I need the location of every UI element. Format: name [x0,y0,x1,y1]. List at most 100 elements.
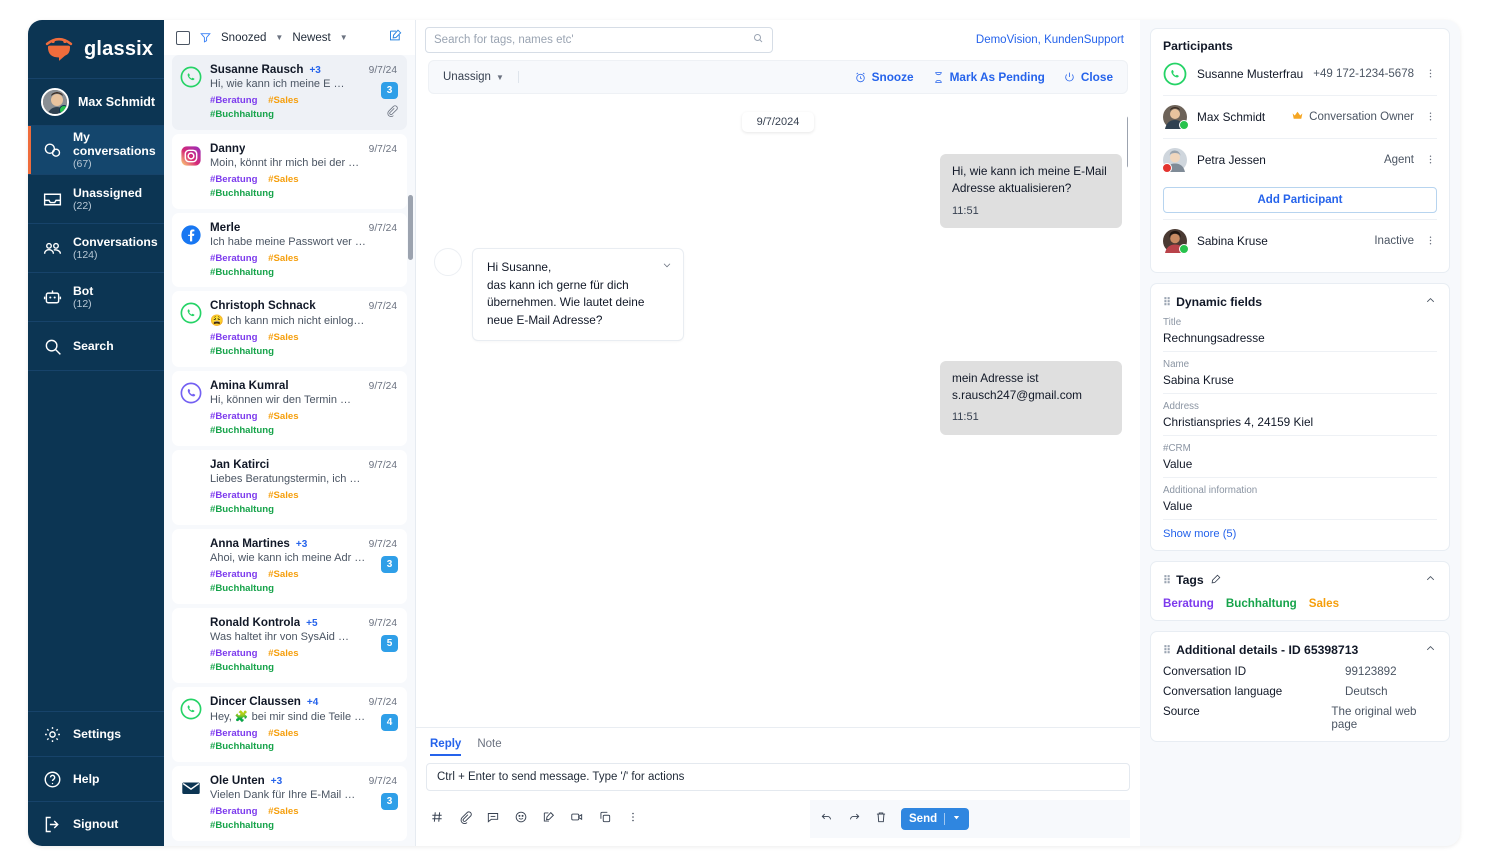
conversation-item-danny[interactable]: Danny 9/7/24 Moin, könnt ihr mich bei de… [172,133,407,209]
sidebar-item-my-conversations[interactable]: My conversations (67) [28,126,164,175]
chevron-down-icon[interactable] [661,259,673,277]
participant-row-inactive[interactable]: Sabina Kruse Inactive [1163,219,1437,262]
sidebar-item-count: (124) [73,248,98,261]
sidebar-item-search[interactable]: Search [28,322,164,371]
duplicate-icon[interactable] [598,810,612,829]
participant-row[interactable]: Petra Jessen Agent [1162,139,1437,181]
sidebar-item-signout[interactable]: Signout [28,801,164,846]
sidebar-user[interactable]: Max Schmidt [28,78,164,126]
organization-label[interactable]: DemoVision, KundenSupport [976,34,1128,46]
sidebar-item-unassigned[interactable]: Unassigned (22) [28,175,164,224]
tag-beratung: #Beratung [210,647,258,659]
whatsapp-icon [180,698,202,720]
detail-row-source: Source The original web page [1163,698,1437,731]
tag-buchhaltung[interactable]: Buchhaltung [1226,597,1297,610]
tab-reply[interactable]: Reply [430,738,462,756]
close-conversation-button[interactable]: Close [1063,70,1113,84]
mark-as-pending-button[interactable]: Mark As Pending [932,70,1045,84]
tag-beratung: #Beratung [210,173,258,185]
paperclip-icon[interactable] [458,810,472,829]
signature-icon[interactable] [542,810,556,829]
chevron-down-icon[interactable]: ▼ [275,33,283,42]
thread-scrollbar[interactable] [1127,116,1128,168]
chevron-down-icon[interactable]: ▼ [340,33,348,42]
tab-note[interactable]: Note [477,738,501,756]
message-thread[interactable]: 9/7/2024 Hi, wie kann ich meine E-Mail A… [428,94,1128,727]
tag-beratung[interactable]: Beratung [1163,597,1214,610]
tag-buchhaltung: #Buchhaltung [210,582,274,594]
sidebar-item-conversations[interactable]: Conversations (124) [28,224,164,273]
conversation-list-scrollbar[interactable] [408,195,413,260]
snooze-button[interactable]: Snooze [854,70,914,84]
sidebar-item-help[interactable]: Help [28,756,164,801]
search-box[interactable] [425,27,773,53]
redo-icon[interactable] [847,810,861,829]
field-value[interactable]: Value [1163,457,1437,471]
conversation-item-dincer-claussen[interactable]: Dincer Claussen +4 9/7/24 Hey, 🧩 bei mir… [172,686,407,763]
tag-sales[interactable]: Sales [1309,597,1339,610]
canned-response-icon[interactable] [486,810,500,829]
video-icon[interactable] [570,810,584,829]
avatar [1163,229,1189,254]
detail-value: Deutsch [1345,685,1388,698]
field-value[interactable]: Christianspries 4, 24159 Kiel [1163,415,1437,429]
conversation-item-merle[interactable]: Merle 9/7/24 Ich habe meine Passwort ver… [172,212,407,288]
conversation-item-jan-katirci[interactable]: Jan Katirci 9/7/24 Liebes Beratungstermi… [172,450,407,525]
drag-handle-icon[interactable]: ⠿ [1163,644,1171,657]
hash-icon[interactable] [430,810,444,829]
tag-buchhaltung: #Buchhaltung [210,346,274,358]
send-button[interactable]: Send [901,808,970,830]
field-value[interactable]: Value [1163,499,1437,513]
message-text-line2: das kann ich gerne für dich übernehmen. … [487,277,645,328]
select-all-checkbox[interactable] [176,30,190,45]
funnel-icon[interactable] [199,31,212,44]
sidebar-item-bot[interactable]: Bot (12) [28,273,164,322]
more-vertical-icon[interactable] [1424,234,1437,249]
conversation-item-susanne-rausch[interactable]: Susanne Rausch +3 9/7/24 Hi, wie kann ic… [172,55,407,130]
trash-icon[interactable] [874,810,888,829]
add-participant-button[interactable]: Add Participant [1163,187,1437,213]
emoji-icon[interactable] [514,810,528,829]
message-bubble: Hi Susanne, das kann ich gerne für dich … [472,248,684,341]
compose-icon[interactable] [388,28,403,48]
search-input[interactable] [434,34,752,46]
more-vertical-icon[interactable] [1424,153,1437,168]
sort-label[interactable]: Newest [292,32,330,44]
conversation-item-amina-kumral[interactable]: Amina Kumral 9/7/24 Hi, können wir den T… [172,371,407,447]
more-vertical-icon[interactable] [626,810,640,829]
drag-handle-icon[interactable]: ⠿ [1163,296,1171,309]
unassign-dropdown[interactable]: Unassign ▼ [443,71,519,83]
inbox-icon [41,188,63,210]
unread-badge: 3 [381,82,398,99]
field-value[interactable]: Sabina Kruse [1163,373,1437,387]
tag-buchhaltung: #Buchhaltung [210,425,274,437]
tag-buchhaltung: #Buchhaltung [210,661,274,673]
conversation-date: 9/7/24 [368,460,397,472]
pencil-icon[interactable] [1210,573,1222,588]
participant-row[interactable]: Max Schmidt Conversation Owner [1163,96,1437,139]
search-icon [41,335,63,357]
chevron-up-icon[interactable] [1424,294,1437,310]
chevron-up-icon[interactable] [1424,572,1437,588]
conversation-item-anna-martines[interactable]: Anna Martines +3 9/7/24 Ahoi, wie kann i… [172,528,407,604]
sidebar-item-label: Conversations [73,234,158,249]
search-icon[interactable] [752,31,764,49]
conversation-item-ole-unten[interactable]: Ole Unten +3 9/7/24 Vielen Dank für Ihre… [172,766,407,842]
participant-row[interactable]: Susanne Musterfrau +49 172-1234-5678 [1163,53,1437,96]
more-vertical-icon[interactable] [1424,67,1437,82]
show-more-link[interactable]: Show more (5) [1163,520,1437,540]
undo-icon[interactable] [820,810,834,829]
conversation-list-scroll[interactable]: Susanne Rausch +3 9/7/24 Hi, wie kann ic… [164,55,415,846]
drag-handle-icon[interactable]: ⠿ [1163,574,1171,587]
sidebar-item-count: (22) [73,199,92,212]
caret-down-icon[interactable] [952,813,961,825]
more-vertical-icon[interactable] [1424,110,1437,125]
details-panel[interactable]: Participants Susanne Musterfrau +49 172-… [1140,20,1460,846]
sidebar-item-settings[interactable]: Settings [28,711,164,756]
conversation-item-christoph-schnack[interactable]: Christoph Schnack 9/7/24 😩 Ich kann mich… [172,291,407,368]
field-value[interactable]: Rechnungsadresse [1163,331,1437,345]
conversation-item-ronald-kontrola[interactable]: Ronald Kontrola +5 9/7/24 Was haltet ihr… [172,607,407,683]
message-input[interactable]: Ctrl + Enter to send message. Type '/' f… [426,763,1130,791]
chevron-up-icon[interactable] [1424,642,1437,658]
snoozed-filter-label[interactable]: Snoozed [221,32,266,44]
